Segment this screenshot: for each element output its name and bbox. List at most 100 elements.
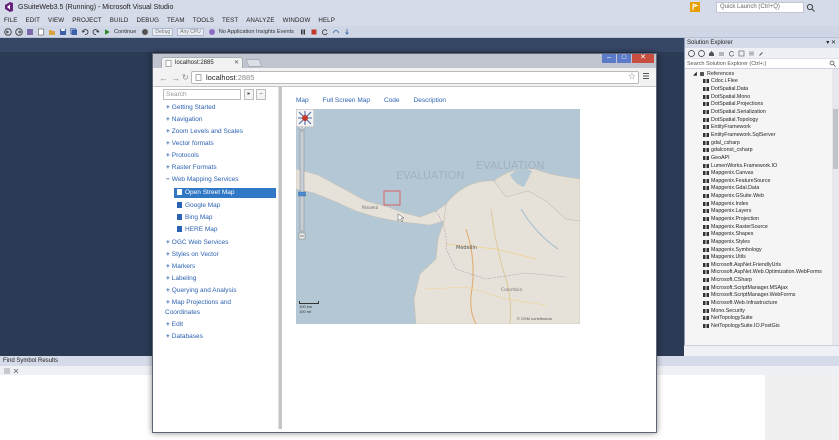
- step-into-icon[interactable]: [343, 28, 351, 36]
- reference-item[interactable]: DotSpatial.Mono: [685, 93, 839, 101]
- notification-flag-icon[interactable]: [690, 2, 700, 12]
- restart-icon[interactable]: [321, 28, 329, 36]
- menu-test[interactable]: TEST: [222, 17, 238, 24]
- menu-build[interactable]: BUILD: [110, 17, 129, 24]
- reference-item[interactable]: Microsoft.CSharp: [685, 276, 839, 284]
- reload-icon[interactable]: ↻: [182, 73, 189, 82]
- list-icon[interactable]: [4, 368, 10, 374]
- scrollbar-thumb[interactable]: [833, 109, 838, 169]
- close-tab-icon[interactable]: ✕: [234, 58, 239, 68]
- undo-icon[interactable]: [81, 28, 89, 36]
- collapse-all-icon[interactable]: [738, 50, 745, 57]
- forward-icon[interactable]: [15, 27, 23, 36]
- nav-web-mapping-services[interactable]: − Web Mapping Services: [166, 176, 239, 183]
- menu-file[interactable]: FILE: [4, 17, 17, 24]
- reference-item[interactable]: Mapgenix.Shapes: [685, 230, 839, 238]
- forward-icon[interactable]: [698, 49, 705, 57]
- tab-description[interactable]: Description: [414, 97, 447, 104]
- nav-navigation[interactable]: + Navigation: [166, 116, 203, 123]
- reference-item[interactable]: gdal_csharp: [685, 139, 839, 147]
- reference-item[interactable]: DotSpatial.Data: [685, 85, 839, 93]
- reference-item[interactable]: NetTopologySuite: [685, 315, 839, 323]
- reference-item[interactable]: NetTopologySuite.IO.PostGis: [685, 322, 839, 330]
- browser-menu-icon[interactable]: [642, 72, 650, 80]
- new-tab-button[interactable]: [245, 59, 263, 67]
- reference-item[interactable]: Mapgenix.GSuite.Web: [685, 192, 839, 200]
- reference-item[interactable]: Mapgenix.Gdal.Data: [685, 185, 839, 193]
- minimize-button[interactable]: –: [602, 54, 616, 63]
- search-icon[interactable]: [829, 60, 836, 67]
- menu-view[interactable]: VIEW: [48, 17, 64, 24]
- continue-play-icon[interactable]: [103, 28, 111, 36]
- insights-icon[interactable]: [208, 28, 216, 36]
- break-all-icon[interactable]: [299, 28, 307, 36]
- back-arrow-icon[interactable]: ←: [159, 73, 168, 83]
- continue-button[interactable]: Continue: [114, 29, 136, 35]
- maximize-button[interactable]: □: [617, 54, 631, 63]
- references-node[interactable]: ◢ References: [685, 70, 839, 78]
- reference-item[interactable]: DotSpatial.Topology: [685, 116, 839, 124]
- properties-icon[interactable]: [748, 50, 755, 57]
- reference-item[interactable]: gdalconst_csharp: [685, 146, 839, 154]
- search-icon[interactable]: [806, 3, 815, 12]
- nav-map-projections[interactable]: + Map Projections and: [166, 299, 231, 306]
- quick-launch-input[interactable]: Quick Launch (Ctrl+Q): [716, 2, 804, 13]
- nav-search-input[interactable]: Search: [163, 89, 241, 100]
- solution-search-input[interactable]: Search Solution Explorer (Ctrl+;): [685, 59, 839, 69]
- nav-edit[interactable]: + Edit: [166, 321, 183, 328]
- stop-icon[interactable]: [310, 28, 318, 36]
- solution-icon[interactable]: [26, 28, 34, 36]
- reference-item[interactable]: DotSpatial.Serialization: [685, 108, 839, 116]
- refresh-icon[interactable]: [728, 50, 735, 57]
- nav-google-map[interactable]: Google Map: [177, 202, 220, 209]
- attach-icon[interactable]: [141, 28, 149, 36]
- reference-item[interactable]: Microsoft.AspNet.FriendlyUrls: [685, 261, 839, 269]
- nav-map-projections-line2[interactable]: Coordinates: [165, 309, 200, 316]
- nav-styles-on-vector[interactable]: + Styles on Vector: [166, 251, 219, 258]
- tab-map[interactable]: Map: [296, 97, 309, 104]
- reference-item[interactable]: Microsoft.Web.Infrastructure: [685, 299, 839, 307]
- platform-select[interactable]: Any CPU: [177, 27, 204, 36]
- tab-code[interactable]: Code: [384, 97, 400, 104]
- new-file-icon[interactable]: [37, 28, 45, 36]
- nav-databases[interactable]: + Databases: [166, 333, 203, 340]
- menu-team[interactable]: TEAM: [167, 17, 185, 24]
- step-over-icon[interactable]: [332, 28, 340, 36]
- reference-item[interactable]: Microsoft.ScriptManager.MSAjax: [685, 284, 839, 292]
- reference-item[interactable]: Cdoc.i.Flee: [685, 78, 839, 86]
- clear-icon[interactable]: [13, 368, 19, 374]
- open-folder-icon[interactable]: [48, 28, 56, 36]
- reference-item[interactable]: Mono.Security: [685, 307, 839, 315]
- menu-tools[interactable]: TOOLS: [193, 17, 214, 24]
- sync-icon[interactable]: [718, 50, 725, 57]
- menu-project[interactable]: PROJECT: [72, 17, 102, 24]
- reference-item[interactable]: Microsoft.AspNet.Web.Optimization.WebFor…: [685, 269, 839, 277]
- nav-labeling[interactable]: + Labeling: [166, 275, 196, 282]
- menu-help[interactable]: HELP: [318, 17, 335, 24]
- reference-item[interactable]: Mapgenix.Index: [685, 200, 839, 208]
- reference-item[interactable]: Mapgenix.FeatureSource: [685, 177, 839, 185]
- reference-item[interactable]: Mapgenix.Canvas: [685, 169, 839, 177]
- reference-item[interactable]: Mapgenix.Projection: [685, 215, 839, 223]
- reference-item[interactable]: DotSpatial.Projections: [685, 101, 839, 109]
- nav-raster-formats[interactable]: + Raster Formats: [166, 164, 217, 171]
- configuration-select[interactable]: Debug: [152, 27, 174, 36]
- menu-analyze[interactable]: ANALYZE: [246, 17, 274, 24]
- reference-item[interactable]: Mapgenix.Layers: [685, 208, 839, 216]
- tab-full-screen-map[interactable]: Full Screen Map: [323, 97, 370, 104]
- wrench-icon[interactable]: [758, 50, 765, 57]
- redo-icon[interactable]: [92, 28, 100, 36]
- nav-getting-started[interactable]: + Getting Started: [166, 104, 216, 111]
- reference-item[interactable]: Microsoft.ScriptManager.WebForms: [685, 292, 839, 300]
- menu-edit[interactable]: EDIT: [25, 17, 40, 24]
- reference-item[interactable]: Mapgenix.Symbology: [685, 246, 839, 254]
- forward-arrow-icon[interactable]: →: [171, 73, 180, 83]
- reference-item[interactable]: EntityFramework.SqlServer: [685, 131, 839, 139]
- insights-events[interactable]: No Application Insights Events: [219, 29, 294, 35]
- pin-icon[interactable]: ▾ ✕: [826, 39, 836, 46]
- nav-ogc-web-services[interactable]: + OGC Web Services: [166, 239, 228, 246]
- map-view[interactable]: EVALUATION EVALUATION Panamá Medellín Co…: [296, 109, 580, 324]
- back-icon[interactable]: [4, 27, 12, 36]
- zoom-slider[interactable]: [296, 109, 308, 249]
- back-icon[interactable]: [688, 49, 695, 57]
